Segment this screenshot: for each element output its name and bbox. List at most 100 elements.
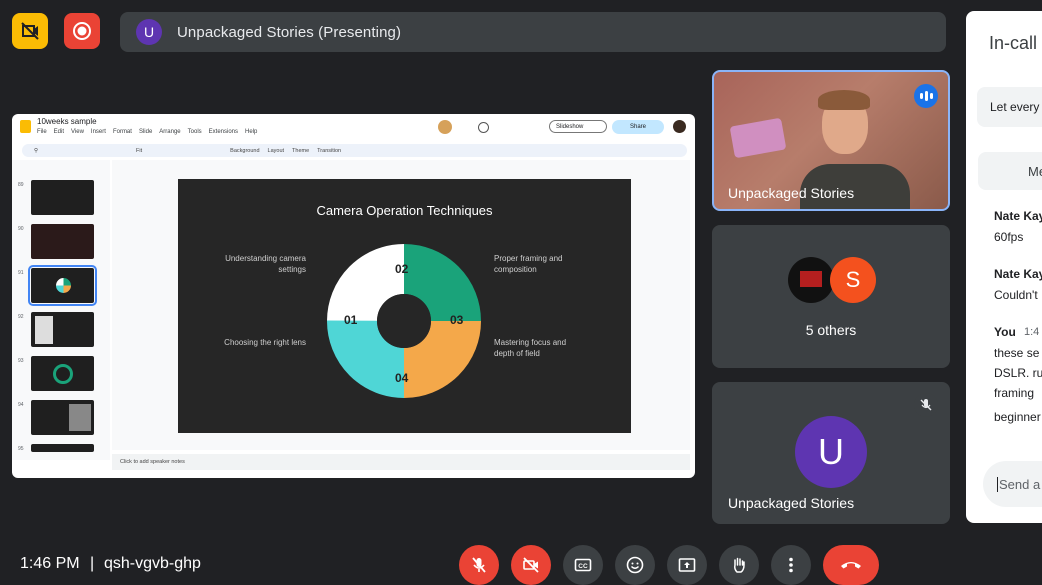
clock: 1:46 PM (20, 555, 80, 572)
raise-hand-button[interactable] (719, 545, 759, 585)
menu-item[interactable]: Slide (139, 129, 152, 135)
message-line: framing (994, 386, 1035, 400)
captions-icon: CC (574, 558, 592, 572)
thumb-number: 91 (18, 270, 24, 276)
slides-toolbar: ⚲ Fit Background Layout Theme Transition (22, 144, 687, 157)
presenter-tile-name: Unpackaged Stories (728, 495, 855, 511)
send-message-input[interactable]: Send a r (983, 461, 1042, 507)
menu-item[interactable]: Tools (188, 129, 202, 135)
person-hair (818, 90, 870, 110)
slide-thumbnail[interactable] (31, 356, 94, 391)
reactions-button[interactable] (615, 545, 655, 585)
more-vert-icon (789, 557, 793, 573)
menu-item[interactable]: Arrange (159, 129, 180, 135)
caption-top-left: Understanding camera settings (225, 254, 306, 274)
thumb-number: 93 (18, 358, 24, 364)
message-author: You (994, 325, 1016, 339)
menu-item[interactable]: File (37, 129, 47, 135)
mic-off-icon (472, 557, 486, 573)
messages-tab-button[interactable]: Me (978, 152, 1042, 190)
share-button[interactable]: Share (612, 120, 664, 134)
presenter-avatar-large: U (795, 416, 867, 488)
record-icon (73, 22, 91, 40)
slide-thumbnail[interactable] (31, 224, 94, 259)
camera-toggle-button[interactable] (511, 545, 551, 585)
message-text: 60fps (994, 230, 1024, 244)
segment-label-01: 01 (344, 313, 358, 327)
comments-icon[interactable] (478, 122, 489, 133)
slide-thumbnail[interactable] (31, 400, 94, 435)
menu-bar: File Edit View Insert Format Slide Arran… (37, 129, 257, 135)
transition-button[interactable]: Transition (317, 148, 341, 154)
hang-up-icon (841, 562, 861, 569)
segment-label-03: 03 (450, 313, 464, 327)
emoji-icon (626, 556, 644, 574)
message-author: Nate Kay (994, 267, 1042, 281)
slideshow-button[interactable]: Slideshow (549, 120, 607, 133)
camera-off-icon (523, 557, 539, 573)
cycle-diagram (327, 244, 481, 398)
doc-title: 10weeks sample (37, 117, 97, 126)
captions-button[interactable]: CC (563, 545, 603, 585)
caption-bottom-right: Mastering focus and depth of field (494, 338, 567, 358)
current-slide[interactable]: Camera Operation Techniques 01 02 03 04 … (178, 179, 631, 433)
present-screen-button[interactable] (667, 545, 707, 585)
account-avatar[interactable] (673, 120, 686, 133)
leave-call-button[interactable] (823, 545, 879, 585)
menu-item[interactable]: Format (113, 129, 132, 135)
send-placeholder: Send a r (997, 477, 1042, 492)
slide-thumbnails: 89 90 91 92 93 94 95 (12, 160, 110, 460)
recording-button[interactable] (64, 13, 100, 49)
collaborator-avatars (438, 120, 452, 134)
in-call-messages-panel: In-call Let every Me Nate Kay 60fps Nate… (966, 11, 1042, 523)
bottom-separator: | (90, 555, 95, 572)
menu-item[interactable]: Extensions (209, 129, 238, 135)
segment-label-04: 04 (395, 371, 409, 385)
segment-label-02: 02 (395, 262, 409, 276)
phone-in-hand (729, 117, 787, 159)
message-line: beginner (994, 410, 1041, 424)
caption-bottom-left: Choosing the right lens (224, 338, 306, 347)
participant-avatar-s: S (830, 257, 876, 303)
theme-button[interactable]: Theme (292, 148, 309, 154)
message-banner: Let every (977, 87, 1042, 127)
speaker-notes[interactable]: Click to add speaker notes (112, 454, 690, 470)
banner-text: Let every (990, 100, 1040, 114)
slide-thumbnail[interactable] (31, 180, 94, 215)
layout-button[interactable]: Layout (268, 148, 285, 154)
message-text: Couldn't (994, 288, 1038, 302)
message-line: DSLR. ru (994, 366, 1042, 380)
slideshow-label: Slideshow (556, 123, 584, 130)
menu-item[interactable]: Help (245, 129, 257, 135)
search-icon[interactable]: ⚲ (34, 148, 38, 154)
thumb-number: 94 (18, 402, 24, 408)
presenting-indicator-button[interactable] (12, 13, 48, 49)
slide-thumbnail[interactable] (31, 444, 94, 452)
menu-item[interactable]: Edit (54, 129, 64, 135)
message-line: these se (994, 346, 1040, 360)
shared-screen-slides: 10weeks sample File Edit View Insert For… (12, 114, 695, 478)
others-tile[interactable]: S 5 others (712, 225, 950, 368)
self-tile-name: Unpackaged Stories (728, 185, 855, 201)
presentation-banner: U Unpackaged Stories (Presenting) (120, 12, 946, 52)
slide-thumbnail-selected[interactable] (28, 265, 97, 306)
others-count: 5 others (805, 322, 857, 338)
mic-off-icon (914, 393, 938, 417)
message-time: 1:4 (1024, 326, 1040, 338)
thumb-number: 95 (18, 446, 24, 452)
microphone-toggle-button[interactable] (459, 545, 499, 585)
menu-item[interactable]: View (71, 129, 84, 135)
share-label: Share (630, 124, 647, 130)
menu-item[interactable]: Insert (91, 129, 106, 135)
zoom-fit[interactable]: Fit (136, 148, 142, 154)
message-author: Nate Kay (994, 209, 1042, 223)
present-screen-icon (678, 558, 696, 572)
thumb-number: 90 (18, 226, 24, 232)
self-video-tile[interactable]: Unpackaged Stories (712, 70, 950, 211)
more-options-button[interactable] (771, 545, 811, 585)
background-button[interactable]: Background (230, 148, 259, 154)
presenter-tile[interactable]: U Unpackaged Stories (712, 382, 950, 524)
slide-thumbnail[interactable] (31, 312, 94, 347)
thumb-number: 89 (18, 182, 24, 188)
messages-tab-label: Me (1028, 164, 1042, 179)
